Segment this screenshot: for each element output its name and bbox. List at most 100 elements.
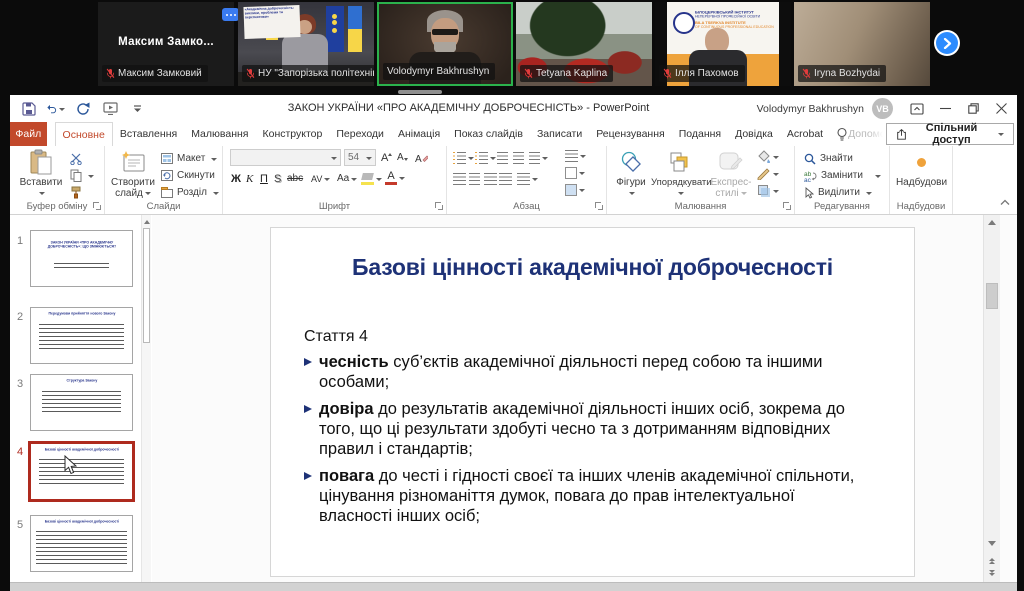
participant-tile-bozhydai[interactable]: Iryna Bozhydai xyxy=(794,2,930,86)
text-shadow-button[interactable]: S xyxy=(274,171,281,186)
change-case-button[interactable]: Aa xyxy=(337,171,357,186)
tab-draw[interactable]: Малювання xyxy=(184,122,255,146)
bullets-button[interactable] xyxy=(453,150,474,165)
ribbon-display-options-button[interactable] xyxy=(903,95,931,122)
underline-button[interactable]: П xyxy=(260,171,268,186)
find-button[interactable]: Знайти xyxy=(804,151,853,166)
cut-button[interactable] xyxy=(70,151,83,166)
notes-splitter[interactable] xyxy=(10,582,1017,591)
tab-design[interactable]: Конструктор xyxy=(255,122,329,146)
layout-button[interactable]: Макет xyxy=(161,151,217,166)
columns-button[interactable] xyxy=(517,171,538,186)
tab-animations[interactable]: Анімація xyxy=(391,122,447,146)
tab-view[interactable]: Подання xyxy=(672,122,728,146)
tab-review[interactable]: Рецензування xyxy=(589,122,671,146)
font-color-button[interactable]: A xyxy=(385,170,405,185)
shrink-font-button[interactable]: A xyxy=(397,150,408,165)
restore-button[interactable] xyxy=(959,95,987,122)
thumbnail-slide-3[interactable]: Структура Закону xyxy=(30,374,133,431)
arrange-button[interactable]: Упорядкувати xyxy=(651,148,709,199)
participant-tile-maksym[interactable]: Максим Замко... Максим Замковий xyxy=(98,2,234,86)
highlight-color-button[interactable] xyxy=(361,171,382,186)
tab-slideshow[interactable]: Показ слайдів xyxy=(447,122,530,146)
select-button[interactable]: Виділити xyxy=(804,185,872,200)
scroll-up-button[interactable] xyxy=(984,215,1000,230)
participant-tile-zp[interactable]: «Академічна доброчесність: виклики, проб… xyxy=(238,2,374,86)
font-size-combo[interactable]: 54 xyxy=(344,149,376,166)
avatar[interactable]: VB xyxy=(872,98,893,119)
line-spacing-button[interactable] xyxy=(529,150,548,165)
tab-insert[interactable]: Вставлення xyxy=(113,122,184,146)
quick-styles-button[interactable]: Експрес- стилі xyxy=(709,148,753,199)
start-slideshow-button[interactable] xyxy=(101,100,119,118)
align-left-button[interactable] xyxy=(453,171,466,186)
tab-acrobat[interactable]: Acrobat xyxy=(780,122,830,146)
copy-dropdown[interactable] xyxy=(88,175,94,181)
strip-resize-handle[interactable] xyxy=(398,90,442,94)
text-direction-button[interactable] xyxy=(565,148,586,163)
next-participants-button[interactable] xyxy=(936,32,958,54)
current-slide[interactable]: Базові цінності академічної доброчесност… xyxy=(270,227,915,577)
tab-file[interactable]: Файл xyxy=(10,122,47,146)
thumbnail-slide-1[interactable]: ЗАКОН УКРАЇНИ «ПРО АКАДЕМІЧНУ ДОБРОЧЕСНІ… xyxy=(30,230,133,287)
thumbnail-slide-2[interactable]: Передумови прийняття нового Закону xyxy=(30,307,133,364)
copy-button[interactable] xyxy=(70,168,94,183)
increase-indent-button[interactable] xyxy=(513,150,524,165)
next-slide-button[interactable] xyxy=(984,567,1000,581)
character-spacing-button[interactable]: AV xyxy=(311,171,330,186)
font-name-combo[interactable] xyxy=(230,149,341,166)
shape-fill-button[interactable] xyxy=(757,149,779,164)
close-button[interactable] xyxy=(987,95,1015,122)
thumbnail-scroll-thumb[interactable] xyxy=(143,228,150,343)
justify-button[interactable] xyxy=(499,171,512,186)
clear-formatting-button[interactable]: A xyxy=(415,150,428,165)
numbering-button[interactable] xyxy=(475,150,496,165)
undo-button[interactable] xyxy=(47,100,65,118)
thumbnail-slide-4-selected[interactable]: Базові цінності академічної доброчесност… xyxy=(28,441,135,502)
decrease-indent-button[interactable] xyxy=(497,150,508,165)
paste-button[interactable]: Вставити xyxy=(18,148,64,199)
customize-qat-button[interactable] xyxy=(128,100,146,118)
share-button[interactable]: Спільний доступ xyxy=(886,123,1014,145)
tell-me-button[interactable] xyxy=(836,122,848,146)
new-slide-button[interactable]: Створити слайд xyxy=(110,148,156,199)
shape-outline-button[interactable] xyxy=(757,166,779,181)
participant-tile-kaplina[interactable]: Tetyana Kaplina xyxy=(516,2,652,86)
slide-title[interactable]: Базові цінності академічної доброчесност… xyxy=(291,254,894,281)
slide-article[interactable]: Стаття 4 xyxy=(304,328,368,346)
tab-home[interactable]: Основне xyxy=(55,122,113,146)
tab-transitions[interactable]: Переходи xyxy=(329,122,391,146)
format-painter-button[interactable] xyxy=(70,185,82,200)
tab-help[interactable]: Довідка xyxy=(728,122,780,146)
convert-smartart-button[interactable] xyxy=(565,182,585,197)
addins-button[interactable]: Надбудови xyxy=(890,148,953,188)
tell-me-hint[interactable]: Допомо xyxy=(848,122,883,146)
thumbnail-scrollbar[interactable] xyxy=(141,215,151,583)
align-right-button[interactable] xyxy=(484,171,497,186)
bold-button[interactable]: Ж xyxy=(231,171,241,186)
replace-button[interactable]: abac Замінити xyxy=(804,168,881,183)
align-center-button[interactable] xyxy=(469,171,480,186)
shapes-button[interactable]: Фігури xyxy=(611,148,651,199)
participant-tile-pakhomov[interactable]: БІЛОЦЕРКІВСЬКИЙ ІНСТИТУТ НЕПЕРЕРВНОЇ ПРО… xyxy=(655,2,791,86)
main-scrollbar[interactable] xyxy=(983,215,1000,583)
more-options-button[interactable] xyxy=(222,8,239,21)
scroll-thumb[interactable] xyxy=(986,283,998,309)
redo-button[interactable] xyxy=(74,100,92,118)
align-text-button[interactable] xyxy=(565,165,585,180)
reset-button[interactable]: Скинути xyxy=(161,168,215,183)
shape-effects-button[interactable] xyxy=(757,183,779,198)
save-button[interactable] xyxy=(20,100,38,118)
grow-font-button[interactable]: A xyxy=(381,150,392,165)
thumbnail-slide-5[interactable]: Базові цінності академічної доброчесност… xyxy=(30,515,133,572)
section-button[interactable]: Розділ xyxy=(161,185,219,200)
collapse-ribbon-button[interactable] xyxy=(1000,194,1010,209)
participant-tile-bakhrushyn-active-speaker[interactable]: Volodymyr Bakhrushyn xyxy=(377,2,513,86)
scroll-down-button[interactable] xyxy=(984,536,1000,551)
strikethrough-button[interactable]: abc xyxy=(287,171,303,186)
slide-body[interactable]: чесність суб’єктів академічної діяльност… xyxy=(304,352,864,533)
minimize-button[interactable] xyxy=(931,95,959,122)
previous-slide-button[interactable] xyxy=(984,552,1000,566)
tab-record[interactable]: Записати xyxy=(530,122,589,146)
italic-button[interactable]: К xyxy=(246,171,253,186)
